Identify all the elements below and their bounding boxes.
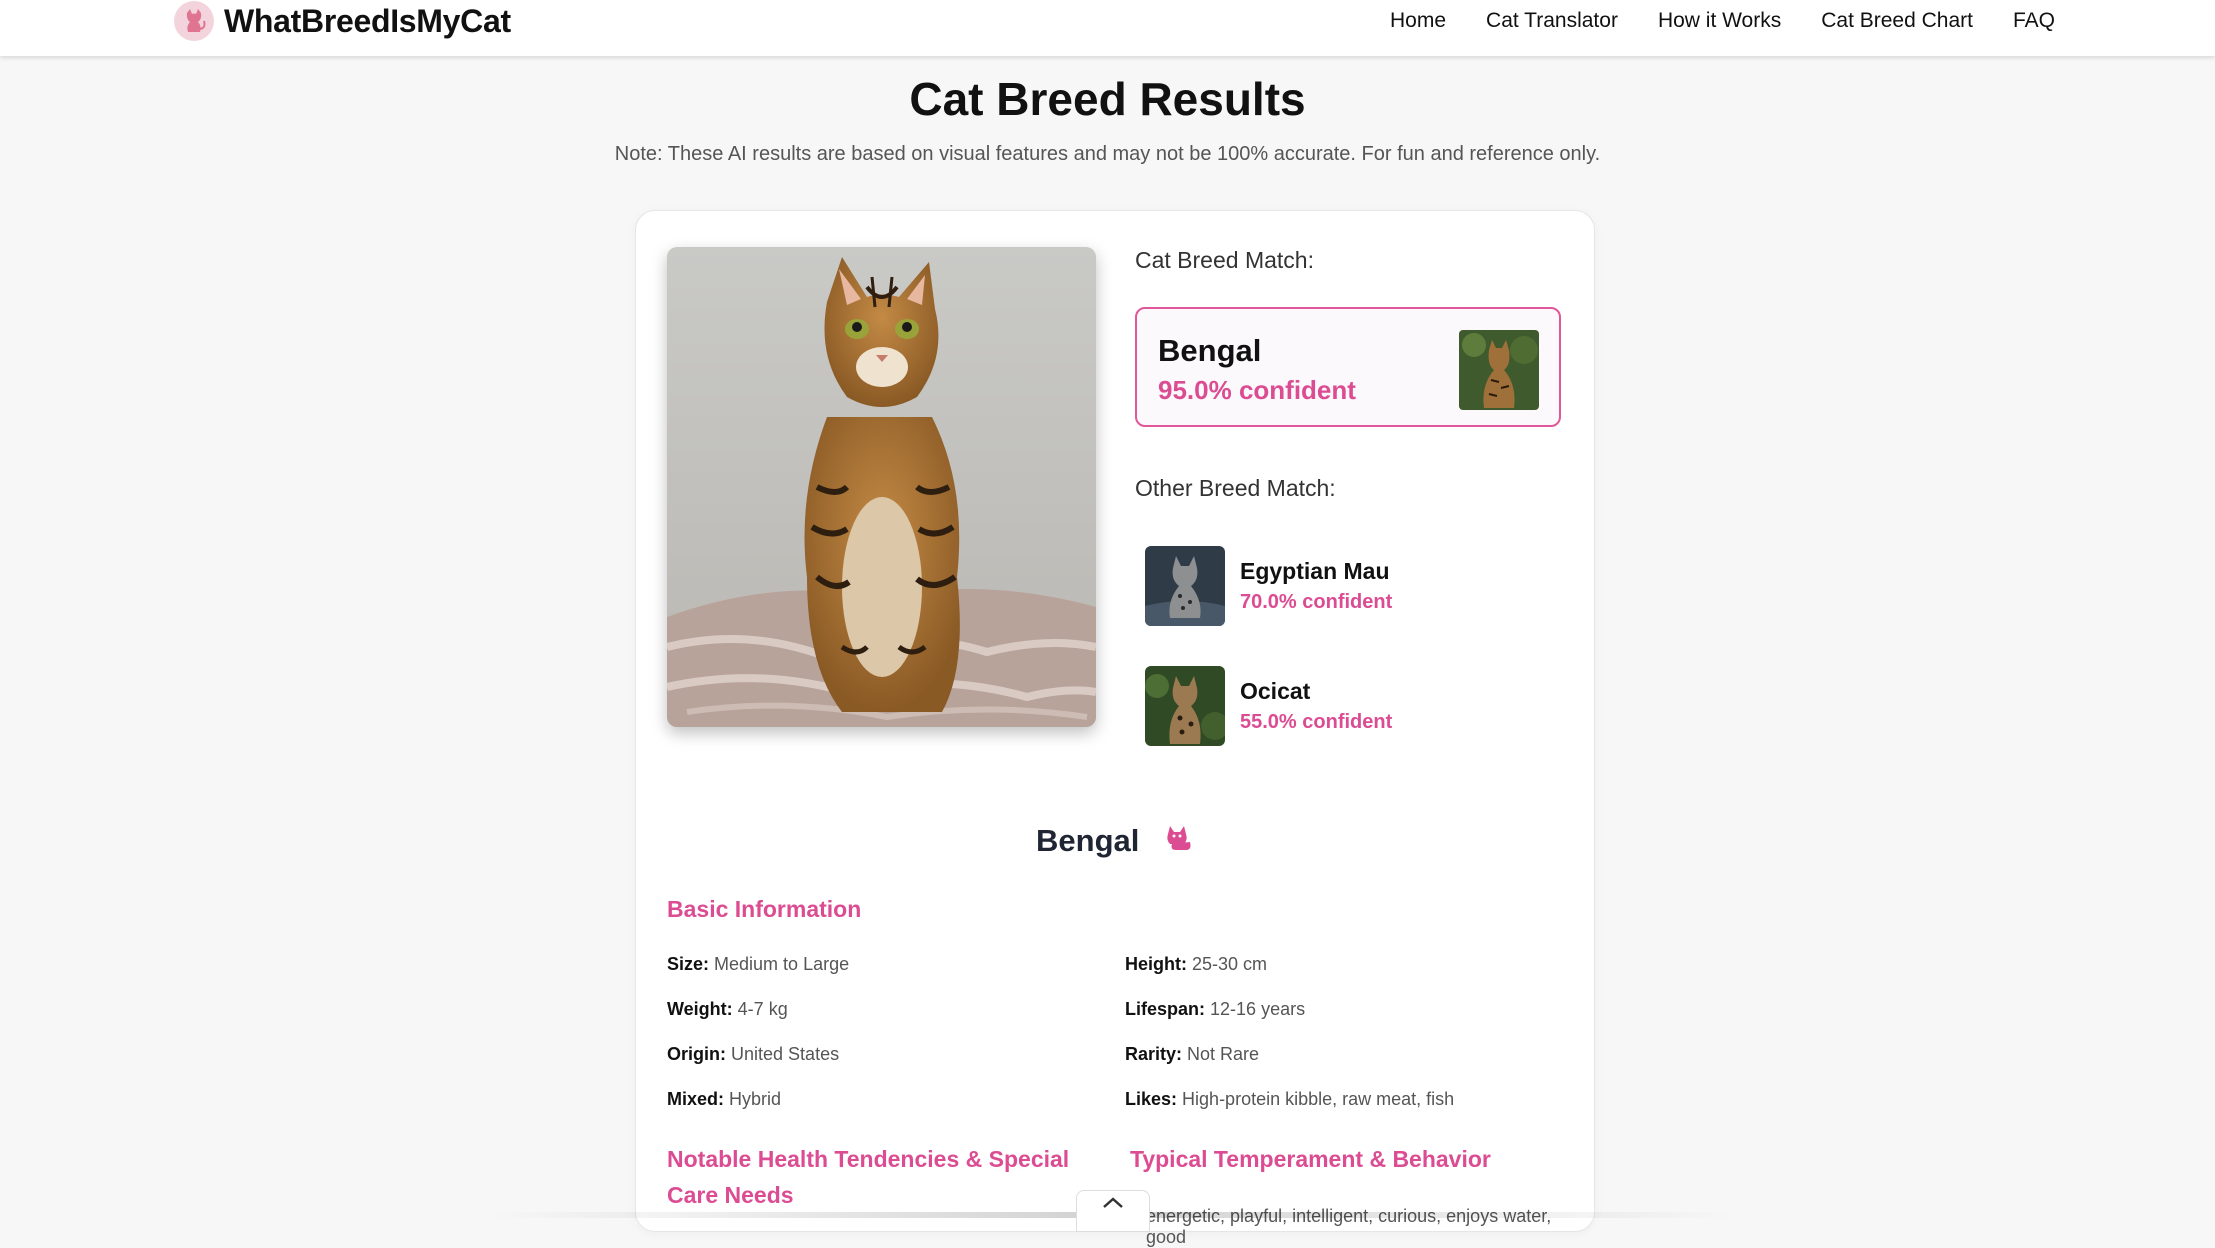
other-match-label: Other Breed Match:: [1135, 475, 1336, 501]
info-label: Origin:: [667, 1044, 726, 1064]
egyptian-mau-thumbnail: [1145, 546, 1225, 626]
top-navbar: WhatBreedIsMyCat Home Cat Translator How…: [0, 0, 2215, 56]
brand-name: WhatBreedIsMyCat: [224, 2, 511, 39]
info-label: Rarity:: [1125, 1044, 1183, 1064]
accuracy-note: Note: These AI results are based on visu…: [614, 143, 1601, 165]
other-match-name: Ocicat: [1240, 678, 1311, 704]
info-value: 4-7 kg: [737, 999, 788, 1019]
nav-faq[interactable]: FAQ: [2013, 9, 2055, 33]
top-match-card[interactable]: Bengal 95.0% confident: [1135, 307, 1561, 427]
nav-how-it-works[interactable]: How it Works: [1658, 9, 1781, 33]
info-label: Mixed:: [667, 1089, 725, 1109]
info-value: United States: [731, 1044, 840, 1064]
info-value: High-protein kibble, raw meat, fish: [1182, 1089, 1455, 1109]
info-label: Size:: [667, 954, 710, 974]
uploaded-cat-photo: [667, 247, 1096, 727]
breed-heading-text: Bengal: [1036, 823, 1140, 858]
info-value: 25-30 cm: [1192, 954, 1268, 974]
main-nav: Home Cat Translator How it Works Cat Bre…: [1350, 0, 2055, 42]
bengal-thumbnail: [1459, 330, 1539, 410]
info-label: Likes:: [1125, 1089, 1178, 1109]
info-label: Height:: [1125, 954, 1187, 974]
info-size: Size: Medium to Large: [667, 954, 849, 975]
info-mixed: Mixed: Hybrid: [667, 1089, 781, 1110]
top-match-confidence: 95.0% confident: [1158, 375, 1356, 405]
info-value: Medium to Large: [714, 954, 850, 974]
info-rarity: Rarity: Not Rare: [1125, 1044, 1259, 1065]
info-lifespan: Lifespan: 12-16 years: [1125, 999, 1305, 1020]
page-title: Cat Breed Results: [909, 73, 1306, 125]
info-label: Weight:: [667, 999, 733, 1019]
chevron-up-icon: [1099, 1191, 1127, 1216]
info-weight: Weight: 4-7 kg: [667, 999, 788, 1020]
info-label: Lifespan:: [1125, 999, 1206, 1019]
info-value: Hybrid: [729, 1089, 782, 1109]
nav-cat-breed-chart[interactable]: Cat Breed Chart: [1821, 9, 1973, 33]
info-origin: Origin: United States: [667, 1044, 839, 1065]
other-match-name: Egyptian Mau: [1240, 558, 1390, 584]
top-match-name: Bengal: [1158, 333, 1262, 368]
other-match-item[interactable]: Ocicat 55.0% confident: [1145, 666, 1565, 746]
other-match-confidence: 55.0% confident: [1240, 711, 1393, 733]
temperament-title: Typical Temperament & Behavior: [1130, 1146, 1491, 1172]
other-match-confidence: 70.0% confident: [1240, 591, 1393, 613]
info-value: Not Rare: [1187, 1044, 1260, 1064]
nav-cat-translator[interactable]: Cat Translator: [1486, 9, 1618, 33]
info-likes: Likes: High-protein kibble, raw meat, fi…: [1125, 1089, 1454, 1110]
back-to-top-button[interactable]: [1076, 1190, 1150, 1232]
cat-icon: [1162, 820, 1194, 860]
nav-home[interactable]: Home: [1390, 9, 1446, 33]
health-title: Notable Health Tendencies & Special Care…: [667, 1146, 1070, 1208]
breed-heading: Bengal: [636, 823, 1594, 860]
cat-logo-icon: [174, 1, 214, 41]
results-card: Cat Breed Match: Bengal 95.0% confident …: [635, 210, 1595, 1247]
other-match-item[interactable]: Egyptian Mau 70.0% confident: [1145, 546, 1565, 626]
basic-info-title: Basic Information: [667, 896, 862, 922]
info-height: Height: 25-30 cm: [1125, 954, 1267, 975]
brand-link[interactable]: WhatBreedIsMyCat: [174, 0, 511, 42]
ocicat-thumbnail: [1145, 666, 1225, 746]
breed-match-label: Cat Breed Match:: [1135, 247, 1314, 273]
info-value: 12-16 years: [1210, 999, 1306, 1019]
